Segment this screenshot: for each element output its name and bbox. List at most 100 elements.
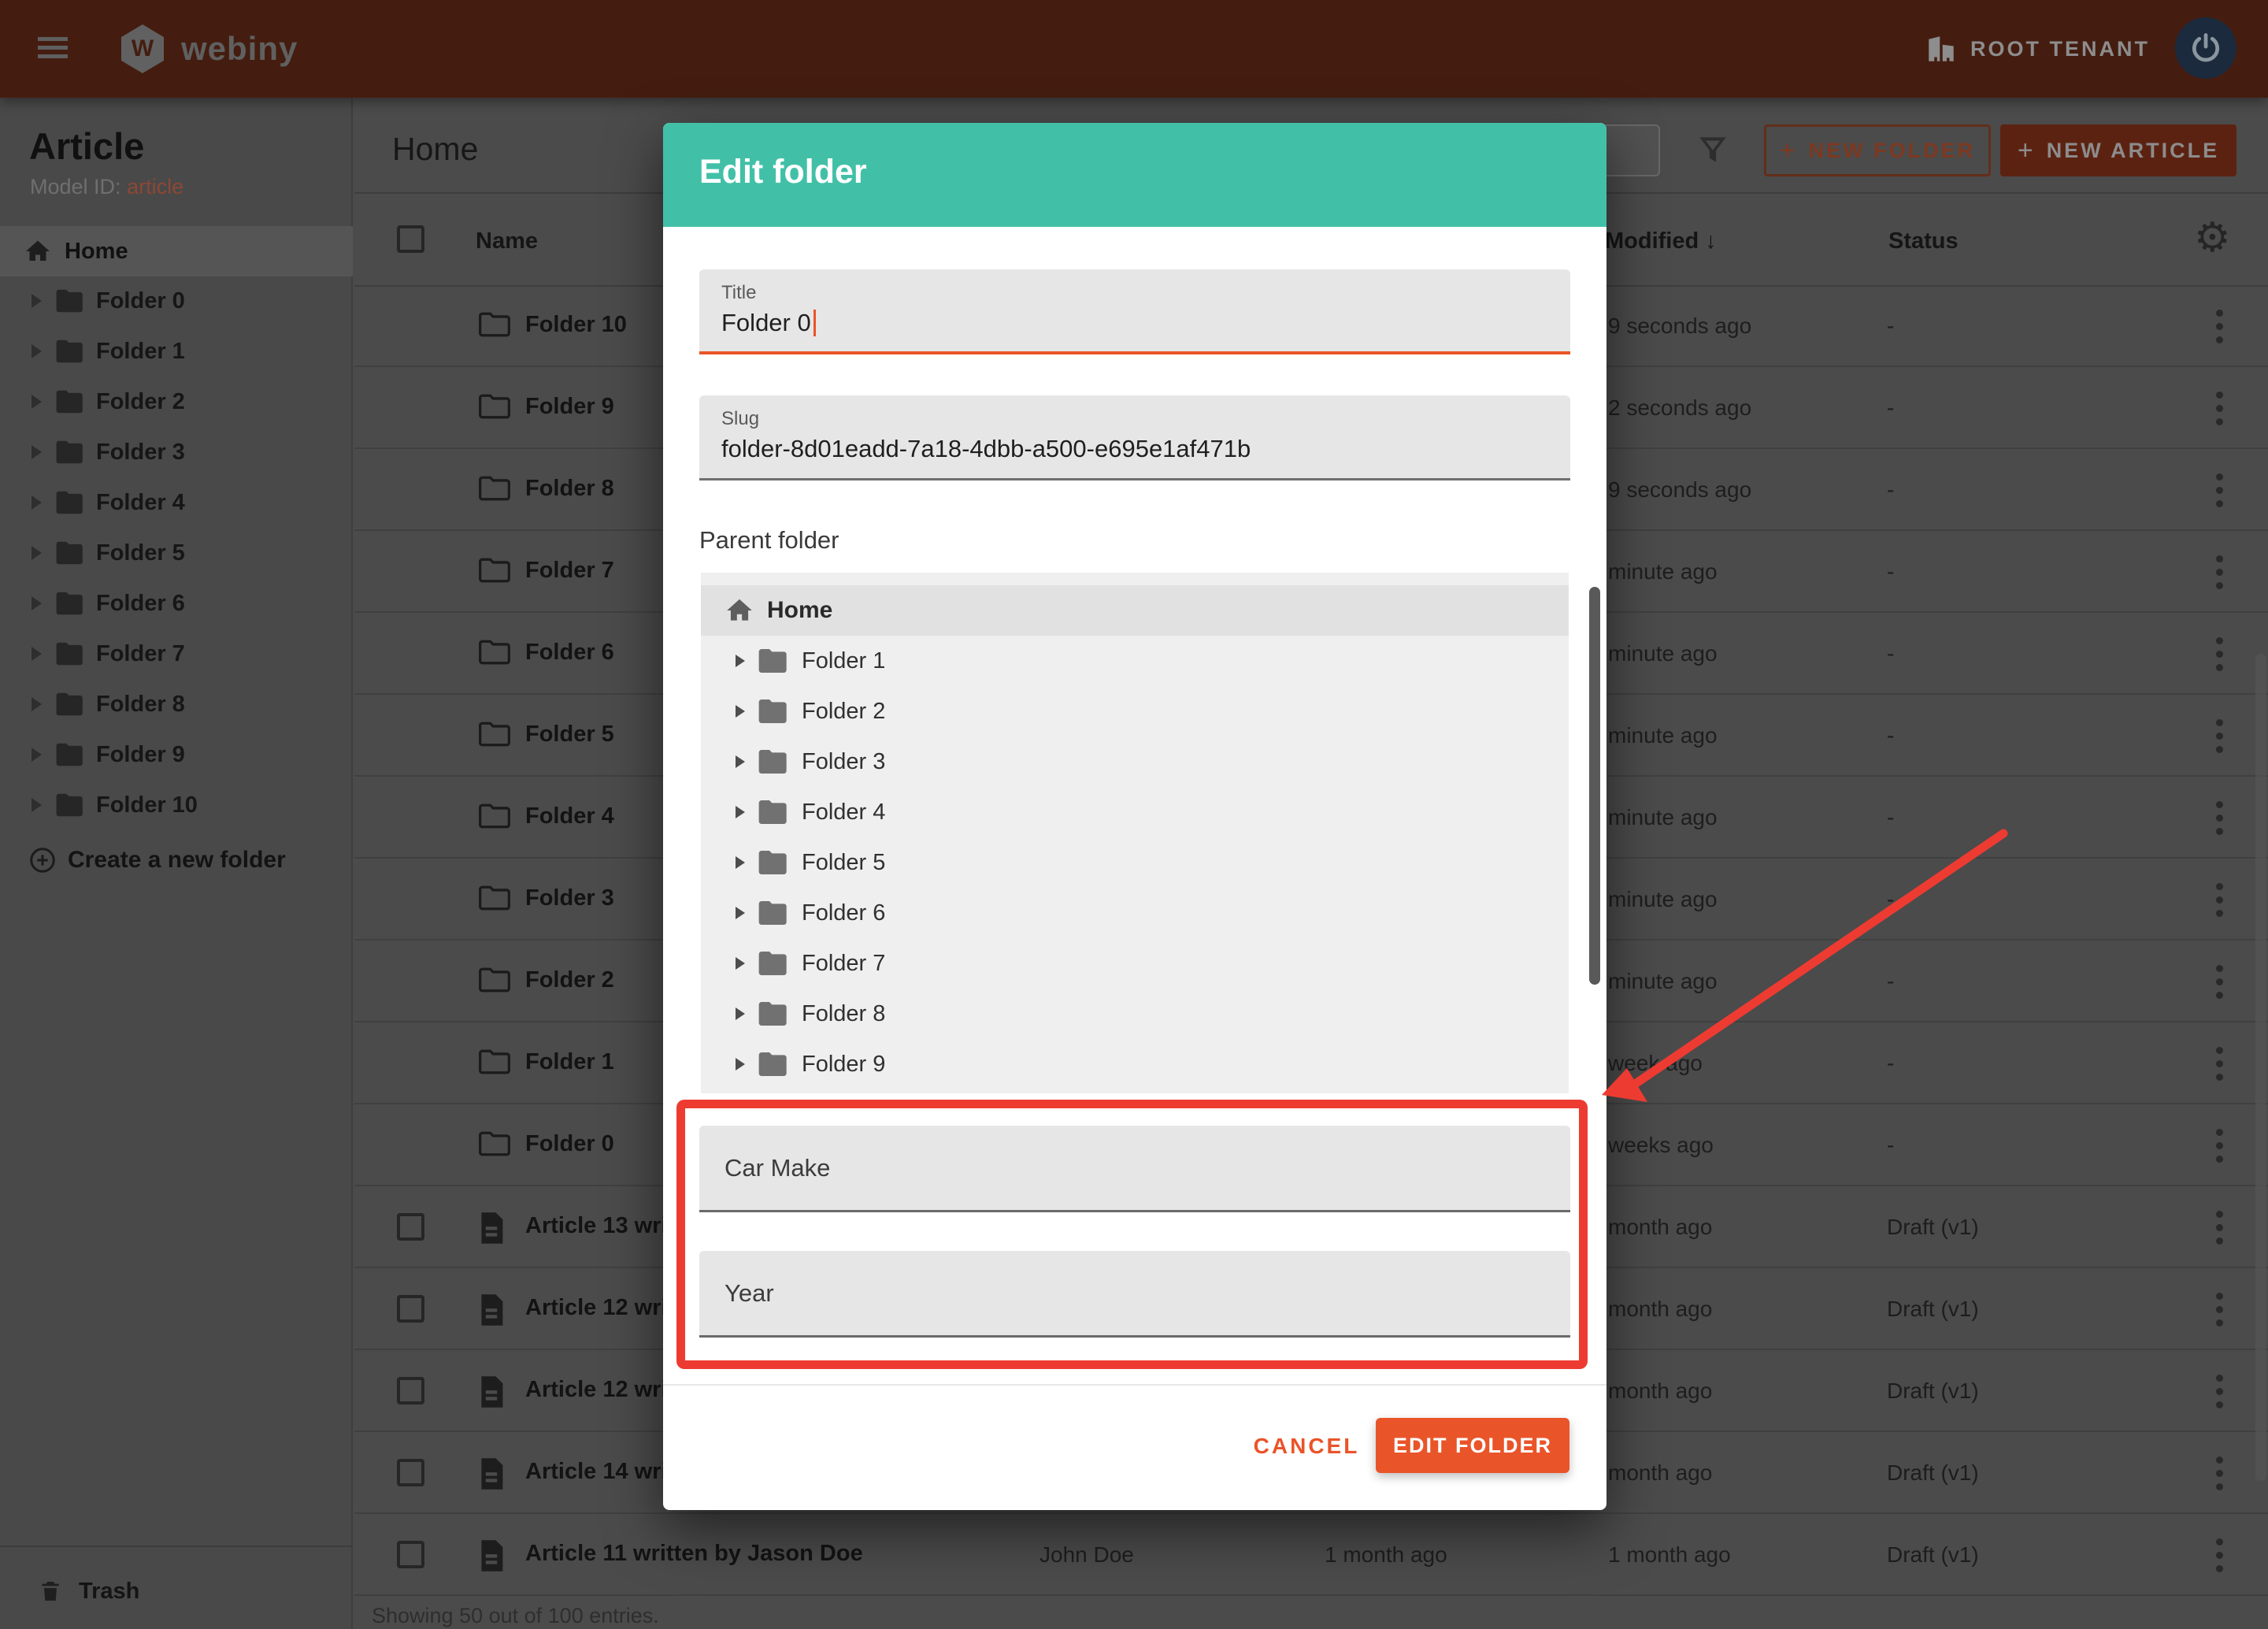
edit-folder-submit-button[interactable]: EDIT FOLDER bbox=[1376, 1418, 1569, 1473]
tree-folder-item[interactable]: Folder 4 bbox=[701, 787, 1569, 837]
chevron-right-icon[interactable] bbox=[32, 395, 42, 409]
row-name[interactable]: Article 13 writt bbox=[525, 1213, 683, 1239]
row-menu-button[interactable] bbox=[2203, 796, 2235, 840]
tree-folder-item[interactable]: Folder 5 bbox=[701, 837, 1569, 888]
chevron-right-icon[interactable] bbox=[32, 748, 42, 762]
tree-item-home[interactable]: Home bbox=[701, 585, 1569, 636]
chevron-right-icon[interactable] bbox=[736, 957, 745, 970]
chevron-right-icon[interactable] bbox=[32, 294, 42, 308]
page-scrollbar[interactable] bbox=[2255, 654, 2266, 1481]
chevron-right-icon[interactable] bbox=[32, 596, 42, 610]
row-menu-button[interactable] bbox=[2203, 1533, 2235, 1577]
chevron-right-icon[interactable] bbox=[32, 445, 42, 459]
table-settings-gear-icon[interactable]: ⚙ bbox=[2194, 214, 2231, 262]
row-name[interactable]: Folder 9 bbox=[525, 394, 614, 420]
chevron-right-icon[interactable] bbox=[32, 647, 42, 661]
chevron-right-icon[interactable] bbox=[32, 546, 42, 560]
chevron-right-icon[interactable] bbox=[736, 705, 745, 718]
tree-scrollbar-thumb[interactable] bbox=[1589, 587, 1600, 985]
sign-out-button[interactable] bbox=[2175, 17, 2236, 79]
chevron-right-icon[interactable] bbox=[736, 1058, 745, 1071]
sidebar-item-home[interactable]: Home bbox=[0, 226, 353, 276]
row-menu-button[interactable] bbox=[2203, 550, 2235, 594]
chevron-right-icon[interactable] bbox=[32, 344, 42, 358]
tree-folder-item[interactable]: Folder 1 bbox=[701, 636, 1569, 686]
row-checkbox[interactable] bbox=[397, 1541, 424, 1568]
sidebar-folder-item[interactable]: Folder 0 bbox=[0, 276, 353, 326]
row-name[interactable]: Folder 2 bbox=[525, 967, 614, 993]
tree-folder-item[interactable]: Folder 8 bbox=[701, 989, 1569, 1039]
row-menu-button[interactable] bbox=[2203, 714, 2235, 758]
sidebar-folder-item[interactable]: Folder 7 bbox=[0, 629, 353, 679]
chevron-right-icon[interactable] bbox=[736, 755, 745, 768]
chevron-right-icon[interactable] bbox=[736, 1007, 745, 1020]
title-field[interactable]: Title Folder 0 bbox=[699, 269, 1570, 354]
car-make-field[interactable]: Car Make bbox=[699, 1126, 1570, 1212]
cancel-button[interactable]: CANCEL bbox=[1243, 1424, 1369, 1468]
row-name[interactable]: Article 11 written by Jason Doe bbox=[525, 1541, 863, 1567]
sidebar-folder-item[interactable]: Folder 4 bbox=[0, 477, 353, 528]
sidebar-folder-item[interactable]: Folder 9 bbox=[0, 729, 353, 780]
sidebar-folder-item[interactable]: Folder 6 bbox=[0, 578, 353, 629]
chevron-right-icon[interactable] bbox=[32, 697, 42, 711]
tree-folder-item[interactable]: Folder 6 bbox=[701, 888, 1569, 938]
row-name[interactable]: Folder 7 bbox=[525, 558, 614, 584]
sidebar-folder-item[interactable]: Folder 5 bbox=[0, 528, 353, 578]
row-menu-button[interactable] bbox=[2203, 1123, 2235, 1167]
chevron-right-icon[interactable] bbox=[32, 798, 42, 812]
row-name[interactable]: Folder 3 bbox=[525, 885, 614, 911]
sidebar-folder-item[interactable]: Folder 8 bbox=[0, 679, 353, 729]
new-article-button[interactable]: + NEW ARTICLE bbox=[2000, 124, 2236, 176]
row-name[interactable]: Folder 1 bbox=[525, 1049, 614, 1075]
sidebar-folder-item[interactable]: Folder 10 bbox=[0, 780, 353, 830]
table-row[interactable]: Article 11 written by Jason Doe John Doe… bbox=[354, 1514, 2268, 1596]
slug-field[interactable]: Slug folder-8d01eadd-7a18-4dbb-a500-e695… bbox=[699, 395, 1570, 481]
tree-folder-item[interactable]: Folder 7 bbox=[701, 938, 1569, 989]
chevron-right-icon[interactable] bbox=[736, 655, 745, 667]
sidebar-folder-item[interactable]: Folder 2 bbox=[0, 377, 353, 427]
row-name[interactable]: Folder 4 bbox=[525, 803, 614, 829]
tree-folder-item[interactable]: Folder 9 bbox=[701, 1039, 1569, 1089]
row-menu-button[interactable] bbox=[2203, 632, 2235, 676]
menu-icon[interactable] bbox=[38, 37, 68, 59]
select-all-checkbox[interactable] bbox=[397, 225, 424, 253]
row-name[interactable]: Article 14 writt bbox=[525, 1459, 683, 1485]
row-menu-button[interactable] bbox=[2203, 1451, 2235, 1495]
tenant-selector[interactable]: ROOT TENANT bbox=[1925, 0, 2150, 98]
tree-folder-item[interactable]: Folder 3 bbox=[701, 737, 1569, 787]
chevron-right-icon[interactable] bbox=[32, 495, 42, 510]
row-name[interactable]: Folder 5 bbox=[525, 722, 614, 748]
row-menu-button[interactable] bbox=[2203, 1041, 2235, 1085]
year-field[interactable]: Year bbox=[699, 1251, 1570, 1338]
row-name[interactable]: Folder 10 bbox=[525, 312, 627, 338]
filter-icon[interactable] bbox=[1693, 131, 1732, 174]
row-menu-button[interactable] bbox=[2203, 304, 2235, 348]
chevron-right-icon[interactable] bbox=[736, 907, 745, 919]
row-name[interactable]: Article 12 writt bbox=[525, 1295, 683, 1321]
row-menu-button[interactable] bbox=[2203, 1205, 2235, 1249]
row-name[interactable]: Folder 6 bbox=[525, 640, 614, 666]
column-header-name[interactable]: Name bbox=[476, 228, 538, 254]
column-header-modified[interactable]: Modified ↓ bbox=[1605, 228, 1717, 254]
row-menu-button[interactable] bbox=[2203, 959, 2235, 1004]
row-name[interactable]: Article 12 writt bbox=[525, 1377, 683, 1403]
sidebar-folder-item[interactable]: Folder 1 bbox=[0, 326, 353, 377]
chevron-right-icon[interactable] bbox=[736, 856, 745, 869]
row-checkbox[interactable] bbox=[397, 1213, 424, 1241]
trash-link[interactable]: Trash bbox=[0, 1566, 353, 1616]
row-checkbox[interactable] bbox=[397, 1377, 424, 1405]
row-checkbox[interactable] bbox=[397, 1459, 424, 1486]
row-checkbox[interactable] bbox=[397, 1295, 424, 1323]
sidebar-folder-item[interactable]: Folder 3 bbox=[0, 427, 353, 477]
row-menu-button[interactable] bbox=[2203, 468, 2235, 512]
row-menu-button[interactable] bbox=[2203, 878, 2235, 922]
model-id-value[interactable]: article bbox=[127, 175, 183, 199]
row-name[interactable]: Folder 8 bbox=[525, 476, 614, 502]
row-menu-button[interactable] bbox=[2203, 386, 2235, 430]
tree-folder-item[interactable]: Folder 2 bbox=[701, 686, 1569, 737]
row-menu-button[interactable] bbox=[2203, 1369, 2235, 1413]
row-name[interactable]: Folder 0 bbox=[525, 1131, 614, 1157]
chevron-right-icon[interactable] bbox=[736, 806, 745, 818]
new-folder-button[interactable]: + NEW FOLDER bbox=[1764, 124, 1991, 176]
create-folder-link[interactable]: Create a new folder bbox=[0, 835, 353, 885]
